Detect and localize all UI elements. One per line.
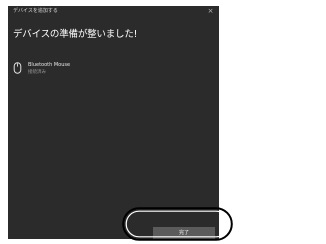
add-device-dialog: デバイスを追加する × デバイスの準備が整いました! Bluetooth Mou… [8, 6, 219, 239]
close-button[interactable]: × [206, 7, 215, 16]
device-status: 接続済み [28, 70, 46, 75]
device-name: Bluetooth Mouse [28, 62, 71, 68]
dialog-heading: デバイスの準備が整いました! [13, 29, 138, 40]
title-bar: デバイスを追加する × [8, 6, 219, 18]
screen: デバイスを追加する × デバイスの準備が整いました! Bluetooth Mou… [0, 0, 326, 244]
window-title: デバイスを追加する [13, 8, 58, 14]
mouse-icon [13, 62, 22, 74]
device-list-item: Bluetooth Mouse 接続済み [11, 61, 121, 79]
done-button[interactable]: 完了 [153, 227, 215, 239]
